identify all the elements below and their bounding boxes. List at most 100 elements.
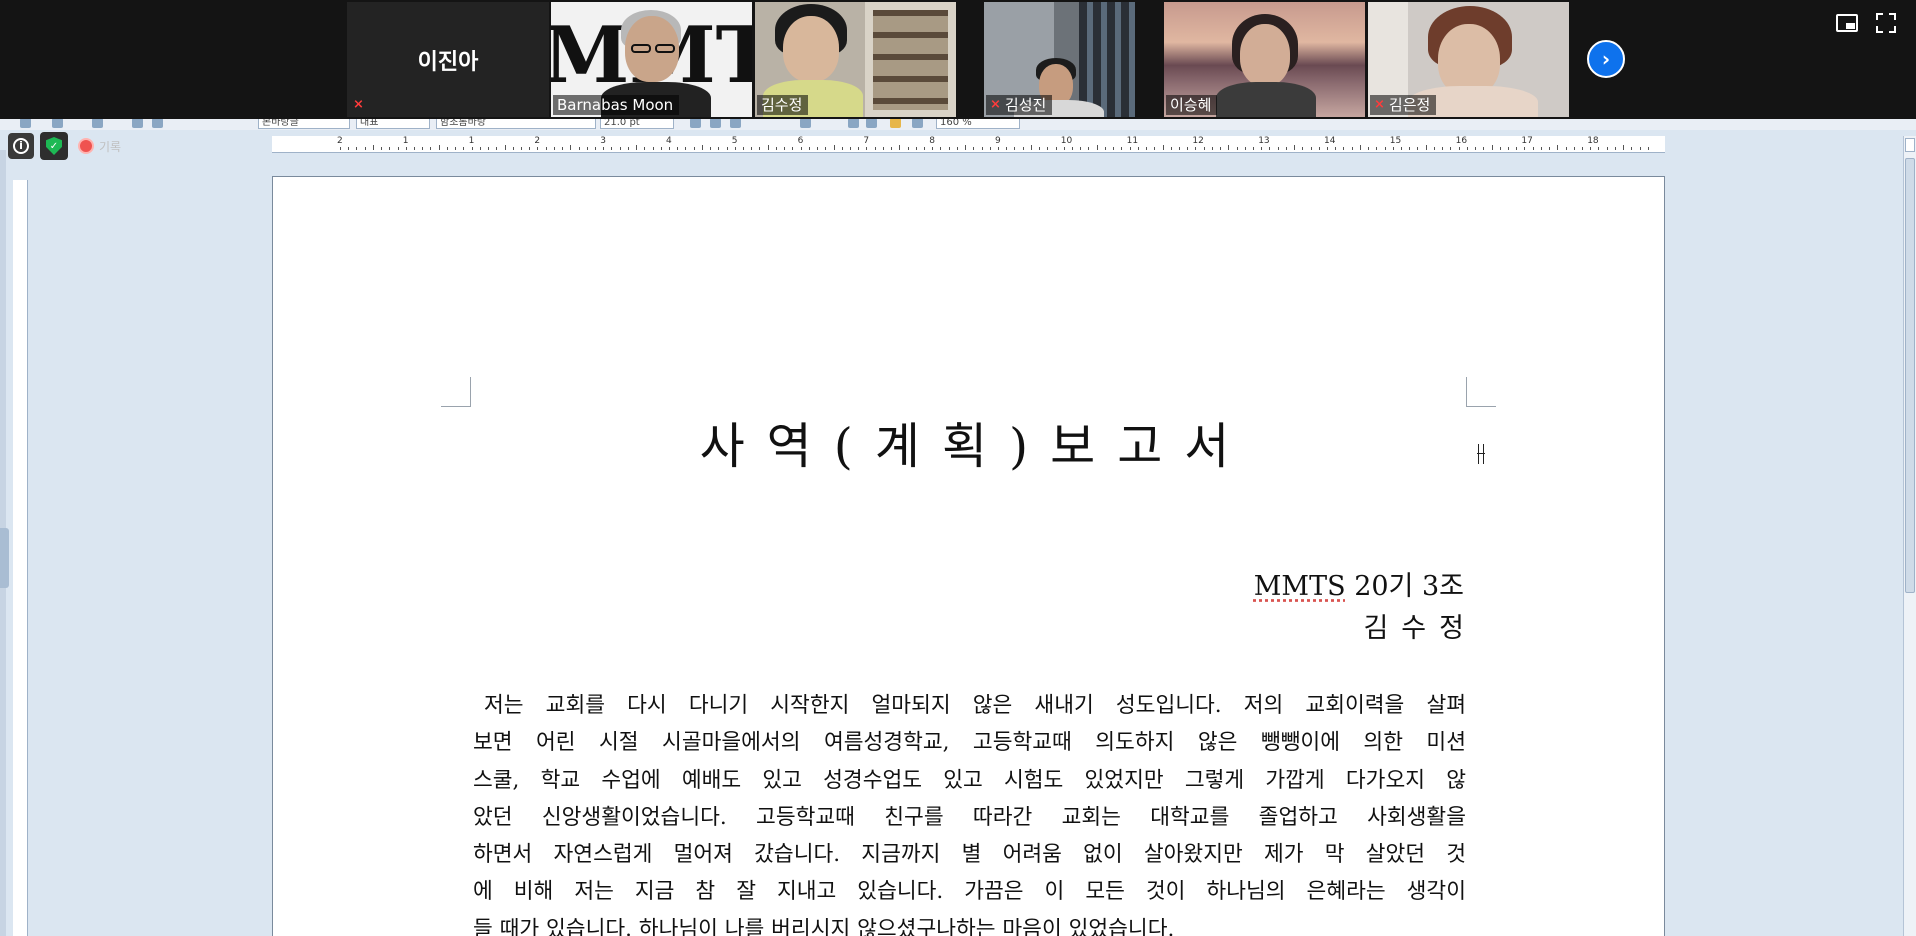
ruler-tick <box>1614 147 1616 150</box>
participant-tile-ijina[interactable]: 이진아 ⨯ <box>347 2 549 117</box>
ruler-tick <box>1187 147 1189 150</box>
ruler-tick <box>734 147 736 150</box>
ruler-tick <box>1557 145 1559 150</box>
new-document-icon[interactable] <box>20 118 31 128</box>
fullscreen-icon[interactable] <box>1876 13 1896 33</box>
body-line: 저는 교회를 다시 다니기 시작한지 얼마되지 않은 새내기 성도입니다. 저의… <box>484 693 1466 718</box>
ruler-tick <box>488 147 490 150</box>
scroll-thumb[interactable] <box>1905 158 1915 593</box>
ruler-tick <box>1598 147 1600 150</box>
vertical-scrollbar[interactable] <box>1903 136 1916 936</box>
ruler-tick <box>1606 147 1608 150</box>
ruler-tick <box>1104 147 1106 150</box>
print-icon[interactable] <box>132 118 143 128</box>
ruler-number: 6 <box>797 136 804 146</box>
ruler-tick <box>1507 147 1509 150</box>
ruler-tick <box>948 147 950 150</box>
ruler-tick <box>1425 145 1427 150</box>
ruler-tick <box>1039 147 1041 150</box>
ruler-tick <box>562 147 564 150</box>
ruler-tick <box>422 147 424 150</box>
ruler-tick <box>1647 147 1649 150</box>
ruler-tick <box>956 147 958 150</box>
ruler-tick <box>414 147 416 150</box>
align-justify-icon[interactable] <box>848 118 859 128</box>
mic-muted-icon: ⨯ <box>1374 97 1385 112</box>
underline-icon[interactable] <box>730 118 741 128</box>
ruler-number: 11 <box>1126 136 1139 146</box>
record-label: 기록 <box>99 139 122 154</box>
ruler-number: 15 <box>1389 136 1402 146</box>
ruler-tick <box>594 147 596 150</box>
recording-indicator[interactable]: 기록 <box>78 138 121 155</box>
ruler-tick <box>1146 147 1148 150</box>
ruler-tick <box>767 145 769 150</box>
meeting-status-badges: i ✓ 기록 <box>8 132 121 160</box>
next-participants-button[interactable]: › <box>1587 40 1625 78</box>
ruler-tick <box>545 147 547 150</box>
side-panel-grip[interactable] <box>0 528 9 588</box>
ruler-tick <box>1285 147 1287 150</box>
ruler-tick <box>1401 147 1403 150</box>
ruler-tick <box>792 147 794 150</box>
bold-icon[interactable] <box>690 118 701 128</box>
ruler-tick <box>1277 147 1279 150</box>
italic-icon[interactable] <box>710 118 721 128</box>
align-right-icon[interactable] <box>912 118 923 128</box>
ruler-tick <box>1573 147 1575 150</box>
align-left-icon[interactable] <box>866 118 877 128</box>
ruler-number: 12 <box>1192 136 1204 146</box>
ruler-tick <box>817 147 819 150</box>
ruler-tick <box>340 147 341 150</box>
shield-check-icon[interactable]: ✓ <box>40 132 68 160</box>
horizontal-ruler[interactable]: 2 1 1 2 3 4 5 6 7 8 9 10 11 12 13 14 15 16 17 18 <box>272 136 1665 153</box>
info-icon[interactable]: i <box>8 133 34 159</box>
body-line: 에 비해 저는 지금 참 잘 지내고 있습니다. 가끔은 이 모든 것이 하나님… <box>473 879 1466 905</box>
text-color-icon[interactable] <box>800 118 811 128</box>
document-page[interactable]: 사역(계획)보고서 MMTS 20기 3조 김수정 저는 교회를 다시 다니기 … <box>272 176 1665 936</box>
ruler-tick <box>1639 147 1641 150</box>
ruler-tick <box>652 147 654 150</box>
margin-corner-mark <box>1466 377 1496 407</box>
ruler-tick <box>537 147 539 150</box>
ruler-tick <box>1516 147 1518 150</box>
ruler-tick <box>907 147 909 150</box>
participant-tile-kimeunjeong[interactable]: ⨯ 김은정 <box>1368 2 1569 117</box>
participant-tile-kimsujeong[interactable]: 김수정 <box>755 2 956 117</box>
ruler-tick <box>1072 147 1074 150</box>
vertical-ruler[interactable] <box>13 180 28 936</box>
ruler-tick <box>1442 147 1444 150</box>
preview-icon[interactable] <box>152 118 163 128</box>
document-group[interactable]: MMTS 20기 3조 <box>1254 564 1464 603</box>
align-center-icon[interactable] <box>890 118 901 128</box>
ruler-number: 7 <box>863 136 870 146</box>
participant-tile-leeseunghye[interactable]: 이승혜 <box>1164 2 1365 117</box>
ruler-tick <box>841 147 843 150</box>
ruler-tick <box>1483 147 1485 150</box>
ruler-number: 9 <box>995 136 1001 146</box>
participant-name-tag: Barnabas Moon <box>553 95 680 115</box>
scroll-up-button[interactable] <box>1905 138 1915 152</box>
ruler-tick <box>1466 147 1468 150</box>
save-icon[interactable] <box>92 118 103 128</box>
participant-tile-barnabas[interactable]: MMTS Barnabas Moon <box>551 2 752 117</box>
document-author[interactable]: 김수정 <box>1363 606 1477 645</box>
ruler-tick <box>1220 147 1222 150</box>
ruler-tick <box>1047 147 1049 150</box>
i-beam-cursor-icon <box>1477 444 1485 464</box>
ruler-number: 1 <box>468 136 475 146</box>
open-folder-icon[interactable] <box>52 118 63 128</box>
document-title[interactable]: 사역(계획)보고서 <box>273 407 1666 478</box>
ruler-tick <box>372 145 374 150</box>
participant-tile-kimseongjin[interactable]: ⨯ 김성진 <box>984 2 1135 117</box>
ruler-tick <box>965 145 967 150</box>
gallery-view-icon[interactable] <box>1836 14 1858 32</box>
ruler-tick <box>1244 147 1246 150</box>
body-line: 보면 어린 시절 시골마을에서의 여름성경학교, 고등학교때 의도하지 않은 뺑… <box>473 730 1466 756</box>
ruler-tick <box>833 145 835 150</box>
ruler-tick <box>570 145 572 150</box>
document-body[interactable]: 저는 교회를 다시 다니기 시작한지 얼마되지 않은 새내기 성도입니다. 저의… <box>473 687 1466 936</box>
ruler-tick <box>1055 147 1057 150</box>
ruler-tick <box>1450 147 1452 150</box>
ruler-tick <box>479 147 481 150</box>
